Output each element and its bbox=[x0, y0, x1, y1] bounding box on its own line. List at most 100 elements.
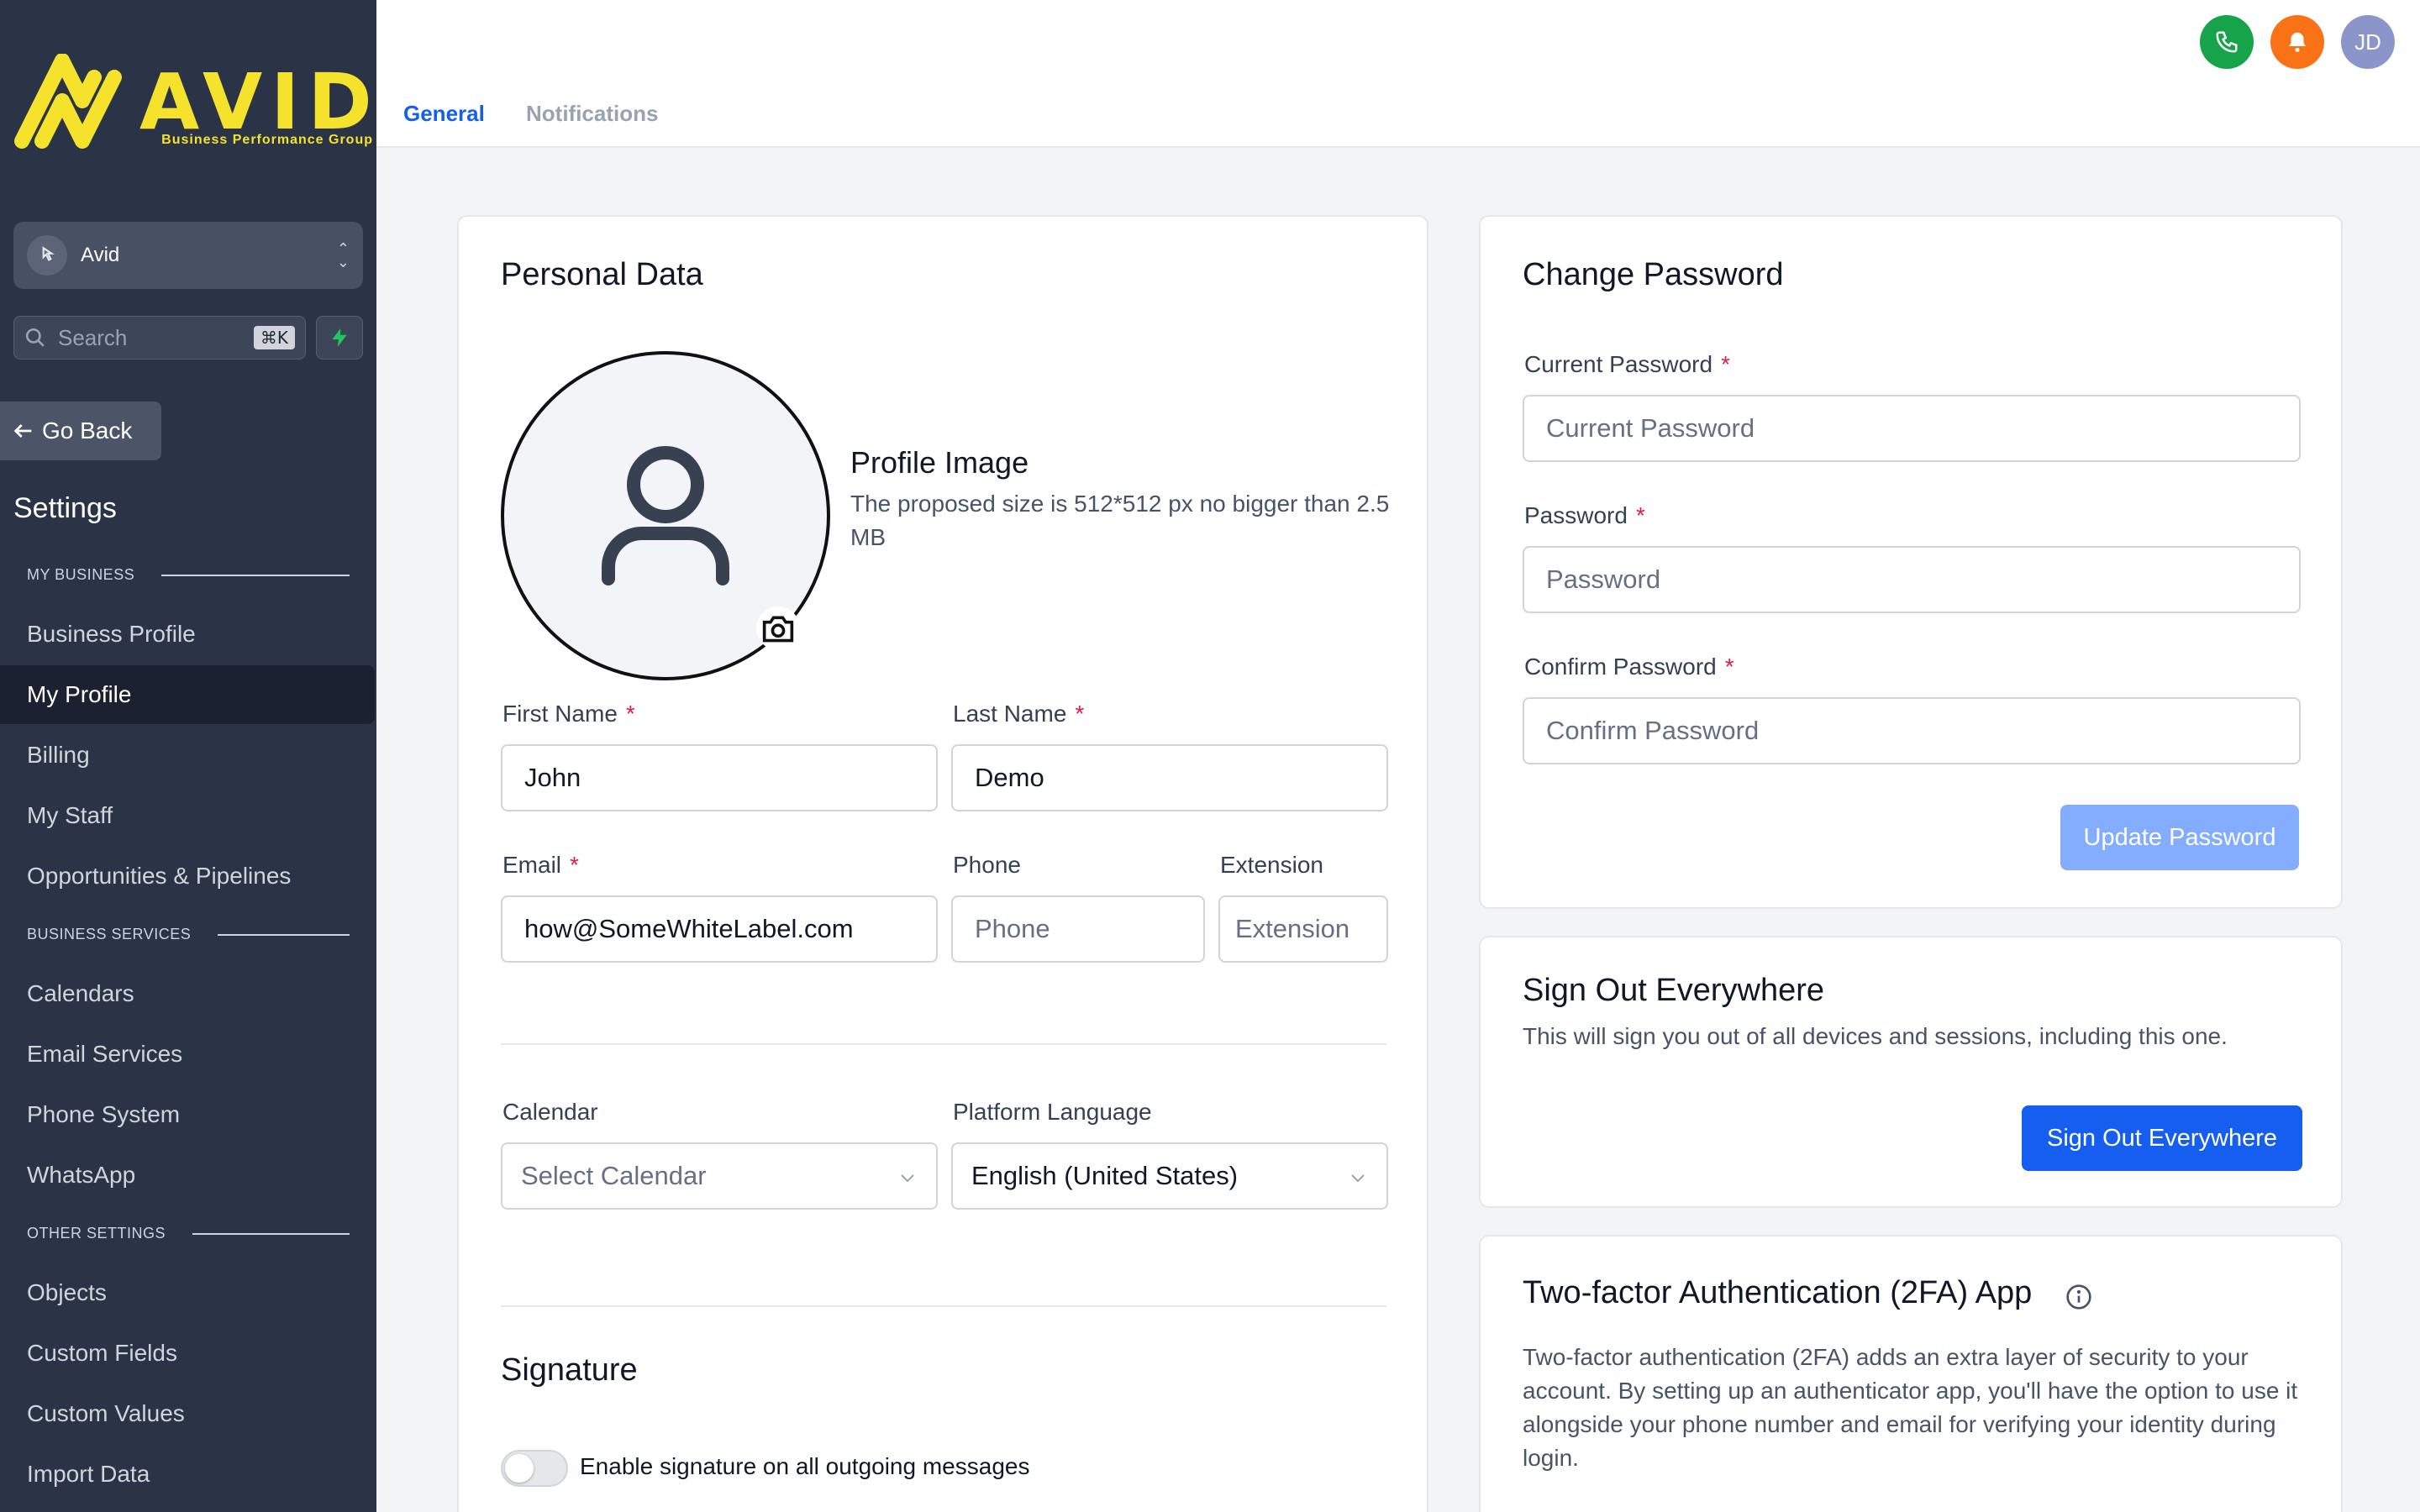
required-mark: * bbox=[570, 852, 579, 878]
sidebar-item-objects[interactable]: Objects bbox=[0, 1263, 376, 1322]
brand-logo[interactable]: AVID Business Performance Group bbox=[13, 54, 372, 155]
go-back-label: Go Back bbox=[42, 417, 133, 444]
toggle-knob bbox=[505, 1454, 534, 1483]
required-mark: * bbox=[1721, 351, 1730, 377]
last-name-field[interactable]: Demo bbox=[951, 744, 1388, 811]
calendar-select[interactable]: Select Calendar bbox=[501, 1142, 938, 1210]
lightning-icon bbox=[332, 328, 347, 347]
sidebar-item-calendars[interactable]: Calendars bbox=[0, 964, 376, 1023]
required-mark: * bbox=[625, 701, 635, 727]
account-switch-icon bbox=[27, 235, 67, 276]
required-mark: * bbox=[1075, 701, 1085, 727]
first-name-label-text: First Name bbox=[502, 701, 618, 727]
confirm-password-field[interactable]: Confirm Password bbox=[1523, 697, 2301, 764]
sidebar-item-my-staff[interactable]: My Staff bbox=[0, 786, 376, 845]
current-password-label-text: Current Password bbox=[1524, 351, 1713, 377]
logo-wordmark: AVID bbox=[139, 57, 381, 147]
top-bar: General Notifications JD bbox=[376, 0, 2420, 148]
first-name-field[interactable]: John bbox=[501, 744, 938, 811]
calendar-select-value: Select Calendar bbox=[521, 1161, 707, 1190]
extension-label: Extension bbox=[1220, 852, 1323, 878]
sidebar-item-opportunities-pipelines[interactable]: Opportunities & Pipelines bbox=[0, 847, 376, 906]
extension-field[interactable]: Extension bbox=[1218, 895, 1388, 963]
search-icon bbox=[25, 328, 45, 347]
language-select-value: English (United States) bbox=[971, 1161, 1239, 1190]
change-password-card: Change Password Current Password * Curren… bbox=[1479, 215, 2343, 909]
email-field[interactable]: how@SomeWhiteLabel.com bbox=[501, 895, 938, 963]
change-password-title: Change Password bbox=[1523, 257, 1784, 292]
camera-icon bbox=[762, 616, 794, 643]
required-mark: * bbox=[1635, 502, 1645, 528]
sidebar-item-phone-system[interactable]: Phone System bbox=[0, 1085, 376, 1144]
update-password-button[interactable]: Update Password bbox=[2060, 805, 2299, 870]
account-name: Avid bbox=[81, 244, 120, 266]
password-label: Password * bbox=[1524, 502, 1645, 529]
sidebar-item-business-profile[interactable]: Business Profile bbox=[0, 605, 376, 664]
section-heading-business-services: BUSINESS SERVICES bbox=[27, 926, 350, 943]
two-factor-auth-card: Two-factor Authentication (2FA) App Two-… bbox=[1479, 1235, 2343, 1512]
last-name-label-text: Last Name bbox=[953, 701, 1067, 727]
user-avatar[interactable]: JD bbox=[2341, 15, 2395, 69]
sign-out-title: Sign Out Everywhere bbox=[1523, 973, 1825, 1008]
chevron-updown-icon: ⌃ ⌄ bbox=[336, 240, 350, 270]
sidebar-item-my-profile[interactable]: My Profile bbox=[0, 665, 375, 724]
email-label: Email * bbox=[502, 852, 579, 879]
required-mark: * bbox=[1724, 654, 1734, 680]
personal-data-title: Personal Data bbox=[501, 257, 703, 292]
search-shortcut-badge: ⌘K bbox=[253, 326, 295, 349]
first-name-label: First Name * bbox=[502, 701, 635, 727]
signature-toggle-label: Enable signature on all outgoing message… bbox=[580, 1453, 1030, 1479]
bell-icon bbox=[2289, 32, 2306, 52]
account-switcher[interactable]: Avid ⌃ ⌄ bbox=[13, 222, 363, 289]
tab-notifications[interactable]: Notifications bbox=[526, 101, 658, 127]
tab-general[interactable]: General bbox=[403, 101, 485, 127]
sign-out-everywhere-card: Sign Out Everywhere This will sign you o… bbox=[1479, 936, 2343, 1208]
logo-tagline: Business Performance Group bbox=[161, 133, 373, 147]
search-input[interactable]: Search ⌘K bbox=[13, 316, 306, 360]
sidebar-item-email-services[interactable]: Email Services bbox=[0, 1025, 376, 1084]
phone-field[interactable]: Phone bbox=[951, 895, 1205, 963]
section-divider bbox=[501, 1305, 1386, 1307]
search-placeholder: Search bbox=[58, 324, 128, 350]
calendar-label: Calendar bbox=[502, 1099, 598, 1125]
phone-label: Phone bbox=[953, 852, 1021, 878]
section-heading-my-business: MY BUSINESS bbox=[27, 566, 350, 584]
chevron-down-icon bbox=[901, 1174, 914, 1183]
section-heading-other-settings: OTHER SETTINGS bbox=[27, 1225, 350, 1242]
password-field[interactable]: Password bbox=[1523, 546, 2301, 613]
section-title: MY BUSINESS bbox=[27, 566, 135, 583]
chevron-down-icon bbox=[1351, 1174, 1365, 1183]
section-title: BUSINESS SERVICES bbox=[27, 926, 192, 942]
section-divider bbox=[192, 1232, 350, 1235]
phone-icon bbox=[2216, 31, 2238, 53]
sidebar-item-custom-values[interactable]: Custom Values bbox=[0, 1384, 376, 1443]
profile-image-description: The proposed size is 512*512 px no bigge… bbox=[850, 491, 1390, 550]
user-placeholder-icon bbox=[602, 446, 729, 585]
change-photo-button[interactable] bbox=[756, 606, 800, 650]
notifications-button[interactable] bbox=[2270, 15, 2324, 69]
sidebar-item-billing[interactable]: Billing bbox=[0, 726, 376, 785]
sidebar-item-custom-fields[interactable]: Custom Fields bbox=[0, 1324, 376, 1383]
sign-out-description: This will sign you out of all devices an… bbox=[1523, 1023, 2228, 1049]
section-divider bbox=[218, 933, 350, 936]
section-divider bbox=[501, 1043, 1386, 1045]
sidebar-item-import-data[interactable]: Import Data bbox=[0, 1445, 376, 1504]
sidebar-item-whatsapp[interactable]: WhatsApp bbox=[0, 1146, 376, 1205]
sign-out-everywhere-button[interactable]: Sign Out Everywhere bbox=[2022, 1105, 2302, 1171]
password-label-text: Password bbox=[1524, 502, 1628, 528]
personal-data-card: Personal Data Profile Image The proposed… bbox=[457, 215, 1428, 1512]
confirm-password-label-text: Confirm Password bbox=[1524, 654, 1717, 680]
email-label-text: Email bbox=[502, 852, 562, 878]
sidebar: AVID Business Performance Group Avid ⌃ ⌄ … bbox=[0, 0, 376, 1512]
language-label: Platform Language bbox=[953, 1099, 1152, 1125]
signature-toggle[interactable] bbox=[501, 1450, 568, 1487]
phone-button[interactable] bbox=[2200, 15, 2254, 69]
two-factor-title: Two-factor Authentication (2FA) App bbox=[1523, 1275, 2033, 1310]
go-back-button[interactable]: Go Back bbox=[0, 402, 161, 460]
language-select[interactable]: English (United States) bbox=[951, 1142, 1388, 1210]
quick-action-button[interactable] bbox=[316, 316, 363, 360]
info-icon[interactable] bbox=[2065, 1284, 2092, 1310]
arrow-left-icon bbox=[13, 424, 32, 438]
signature-title: Signature bbox=[501, 1352, 638, 1388]
current-password-field[interactable]: Current Password bbox=[1523, 395, 2301, 462]
